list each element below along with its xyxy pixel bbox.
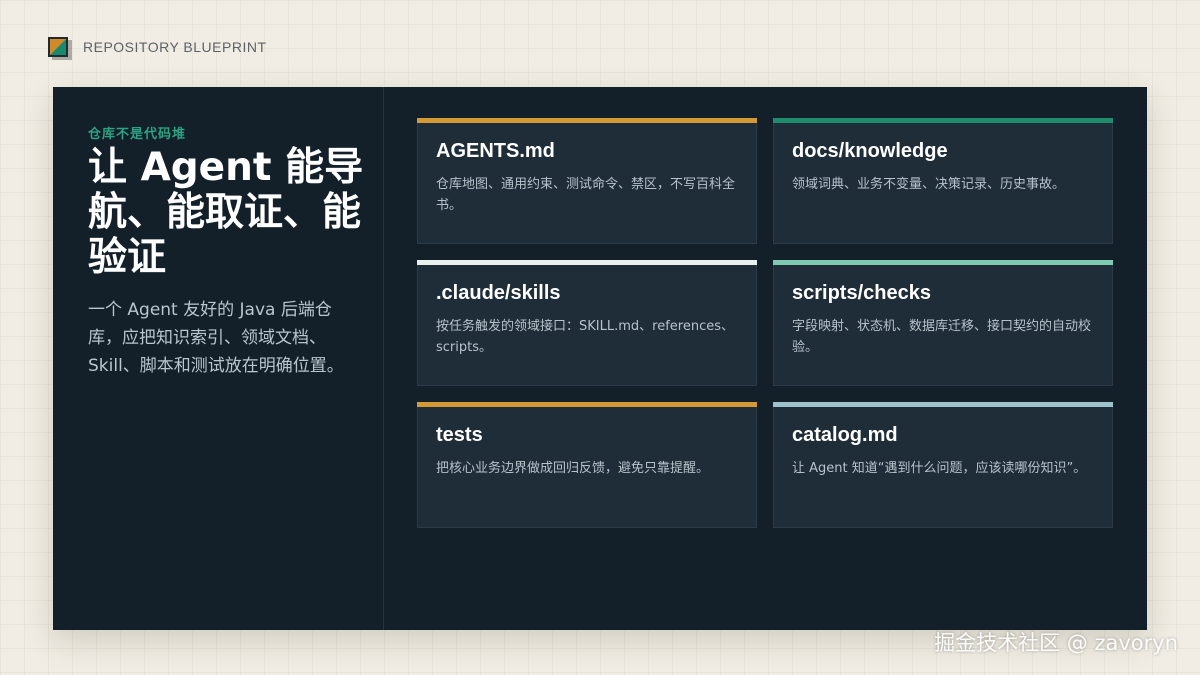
card-accent-bar: [773, 260, 1113, 265]
card-description: 字段映射、状态机、数据库迁移、接口契约的自动校验。: [792, 319, 1092, 355]
card-title: AGENTS.md: [436, 140, 555, 162]
blueprint-logo-icon: [48, 37, 68, 57]
card-accent-bar: [417, 402, 757, 407]
card-description: 按任务触发的领域接口：SKILL.md、references、scripts。: [436, 319, 734, 355]
card-accent-bar: [417, 118, 757, 123]
main-panel: 仓库不是代码堆 让 Agent 能导航、能取证、能验证 一个 Agent 友好的…: [53, 87, 1147, 630]
hero-section: 仓库不是代码堆 让 Agent 能导航、能取证、能验证 一个 Agent 友好的…: [53, 87, 384, 630]
card-claude-skills: .claude/skills 按任务触发的领域接口：SKILL.md、refer…: [417, 260, 757, 386]
card-accent-bar: [417, 260, 757, 265]
card-agents-md: AGENTS.md 仓库地图、通用约束、测试命令、禁区，不写百科全书。: [417, 118, 757, 244]
card-title: catalog.md: [792, 424, 898, 446]
card-title: tests: [436, 424, 483, 446]
hero-description: 一个 Agent 友好的 Java 后端仓库，应把知识索引、领域文档、Skill…: [88, 300, 344, 376]
card-description: 让 Agent 知道“遇到什么问题，应该读哪份知识”。: [792, 461, 1087, 476]
card-accent-bar: [773, 402, 1113, 407]
hero-kicker: 仓库不是代码堆: [88, 126, 187, 141]
card-description: 仓库地图、通用约束、测试命令、禁区，不写百科全书。: [436, 177, 736, 213]
brand-header: REPOSITORY BLUEPRINT: [48, 36, 267, 58]
card-title: scripts/checks: [792, 282, 931, 304]
watermark: 掘金技术社区 @ zavoryn: [934, 631, 1178, 655]
card-description: 把核心业务边界做成回归反馈，避免只靠提醒。: [436, 461, 710, 476]
hero-title: 让 Agent 能导航、能取证、能验证: [88, 145, 364, 280]
card-description: 领域词典、业务不变量、决策记录、历史事故。: [792, 177, 1066, 192]
card-tests: tests 把核心业务边界做成回归反馈，避免只靠提醒。: [417, 402, 757, 528]
card-scripts-checks: scripts/checks 字段映射、状态机、数据库迁移、接口契约的自动校验。: [773, 260, 1113, 386]
card-accent-bar: [773, 118, 1113, 123]
card-catalog-md: catalog.md 让 Agent 知道“遇到什么问题，应该读哪份知识”。: [773, 402, 1113, 528]
card-title: .claude/skills: [436, 282, 561, 304]
brand-label: REPOSITORY BLUEPRINT: [83, 39, 267, 55]
card-docs-knowledge: docs/knowledge 领域词典、业务不变量、决策记录、历史事故。: [773, 118, 1113, 244]
card-title: docs/knowledge: [792, 140, 948, 162]
